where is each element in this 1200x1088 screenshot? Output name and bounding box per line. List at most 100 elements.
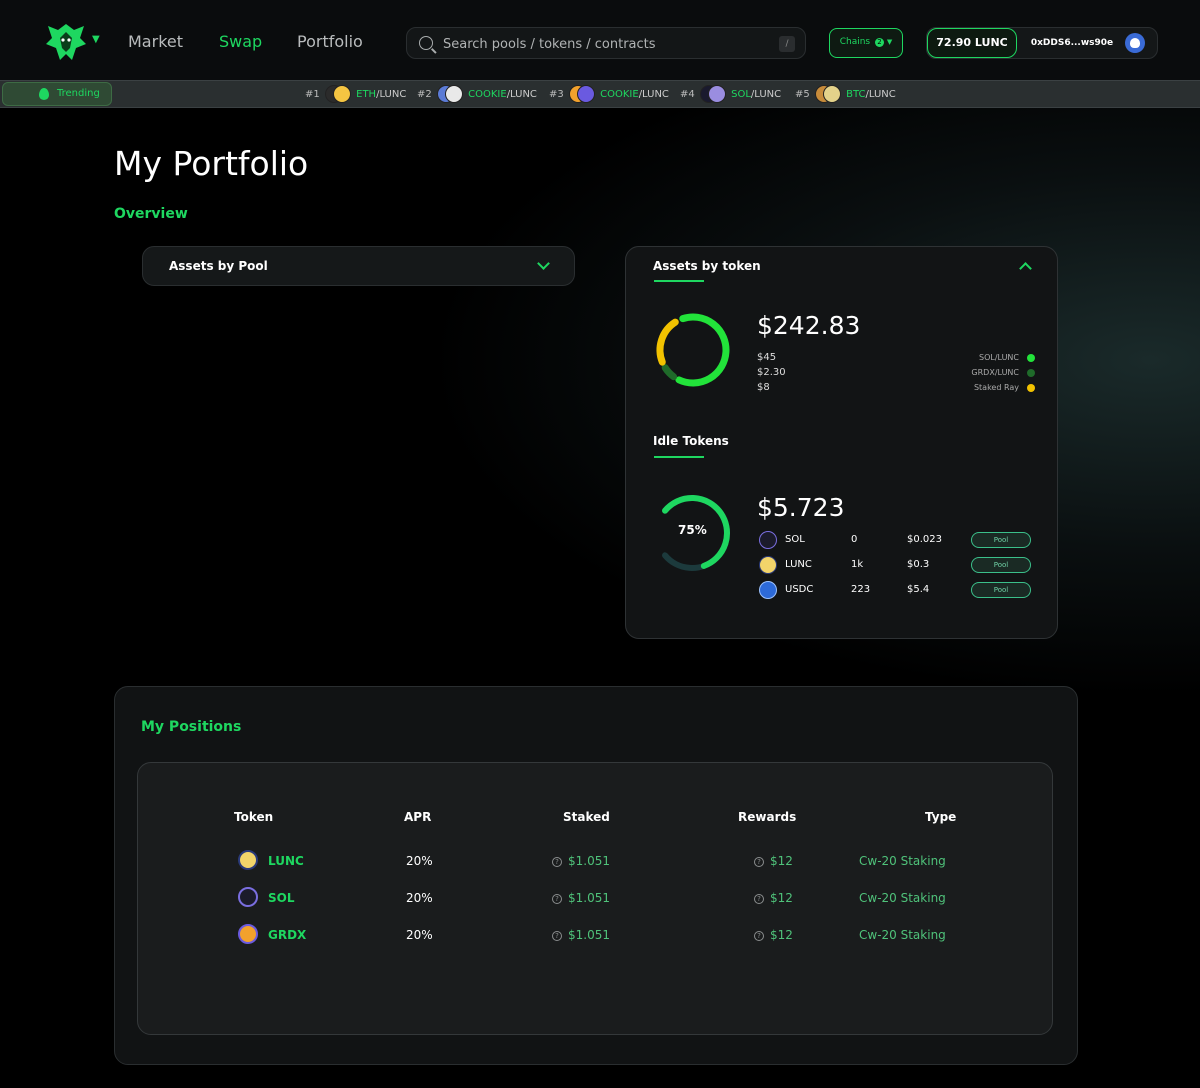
eth-lunc-icon (324, 85, 351, 103)
help-icon[interactable]: ? (754, 930, 764, 941)
column-header-staked: Staked (563, 810, 610, 824)
trending-item[interactable]: #4 SOL/LUNC (680, 85, 781, 105)
chains-count-badge: 2 (875, 38, 884, 47)
table-row[interactable]: GRDX 20% ? $1.051 ? $12 Cw-20 Staking (138, 923, 1054, 947)
wallet-balance[interactable]: 72.90 LUNC (927, 28, 1017, 58)
idle-total: $5.723 (757, 493, 845, 522)
help-icon[interactable]: ? (754, 856, 764, 867)
idle-token-price: $0.023 (907, 534, 942, 545)
trending-item[interactable]: #1 ETH/LUNC (305, 85, 406, 105)
pool-button[interactable]: Pool (971, 582, 1031, 598)
idle-token-qty: 223 (851, 584, 871, 595)
help-icon[interactable]: ? (552, 856, 562, 867)
assets-by-token-label: Assets by token (653, 259, 761, 273)
chevron-down-icon[interactable] (537, 257, 550, 270)
logo-dropdown-caret-icon[interactable]: ▼ (92, 34, 100, 45)
assets-by-pool-dropdown[interactable]: Assets by Pool (142, 246, 575, 286)
trending-item[interactable]: #5 BTC/LUNC (795, 85, 896, 105)
lunc-icon (238, 850, 258, 870)
legend-item: SOL/LUNC (979, 353, 1035, 362)
help-icon[interactable]: ? (552, 930, 562, 941)
tab-underline (654, 456, 704, 458)
column-header-token: Token (234, 810, 274, 824)
trending-rank: #2 (417, 89, 432, 100)
gauge-percent: 75% (678, 523, 707, 537)
sol-lunc-icon (699, 85, 726, 103)
legend-item: Staked Ray (974, 383, 1035, 392)
column-header-rewards: Rewards (738, 810, 797, 824)
position-staked-value: $1.051 (568, 854, 610, 868)
nav-swap[interactable]: Swap (219, 32, 262, 51)
assets-by-token-card: Assets by token $242.83 $45 $2.30 $8 SOL… (625, 246, 1058, 639)
legend-dot (1027, 353, 1035, 362)
asset-value: $8 (757, 382, 770, 393)
idle-token-symbol: LUNC (785, 559, 812, 570)
position-type: Cw-20 Staking (859, 891, 946, 905)
trending-item[interactable]: #2 COOKIE/LUNC (417, 85, 537, 105)
sol-icon (238, 887, 258, 907)
legend-item: GRDX/LUNC (971, 368, 1035, 377)
btc-lunc-icon (814, 85, 841, 103)
help-icon[interactable]: ? (552, 893, 562, 904)
assets-total: $242.83 (757, 311, 861, 340)
idle-token-symbol: SOL (785, 534, 805, 545)
legend-dot (1027, 368, 1035, 377)
help-icon[interactable]: ? (754, 893, 764, 904)
position-rewards: ? $12 (754, 891, 793, 905)
position-staked: ? $1.051 (552, 928, 610, 942)
position-apr: 20% (406, 928, 433, 942)
idle-token-row: LUNC 1k $0.3 Pool (759, 556, 1034, 574)
chains-dropdown-button[interactable]: Chains 2 ▼ (829, 28, 903, 58)
position-staked-value: $1.051 (568, 928, 610, 942)
wallet-widget[interactable]: 72.90 LUNC 0xDDS6...ws90e (926, 27, 1158, 59)
position-type: Cw-20 Staking (859, 854, 946, 868)
my-positions-panel: My Positions Token APR Staked Rewards Ty… (114, 686, 1078, 1065)
asset-value: $2.30 (757, 367, 786, 378)
eagle-logo-icon[interactable] (44, 22, 88, 62)
trending-pair: /LUNC (750, 89, 782, 100)
trending-pair: /LUNC (638, 89, 669, 100)
legend-dot (1027, 383, 1035, 392)
position-token: SOL (268, 891, 295, 905)
usdc-icon (759, 581, 777, 599)
my-positions-title: My Positions (141, 719, 242, 735)
pool-button[interactable]: Pool (971, 557, 1031, 573)
pool-button[interactable]: Pool (971, 532, 1031, 548)
trending-label: Trending (57, 88, 100, 99)
tab-underline (654, 280, 704, 282)
legend-label: SOL/LUNC (978, 353, 1019, 362)
avatar[interactable] (1125, 33, 1145, 53)
idle-token-qty: 0 (851, 534, 858, 545)
trending-symbol: BTC (846, 89, 866, 100)
nav-portfolio[interactable]: Portfolio (297, 32, 363, 51)
position-staked: ? $1.051 (552, 854, 610, 868)
position-token: LUNC (268, 854, 304, 868)
idle-token-price: $0.3 (907, 559, 930, 570)
table-row[interactable]: SOL 20% ? $1.051 ? $12 Cw-20 Staking (138, 886, 1054, 910)
lunc-icon (759, 556, 777, 574)
chevron-up-icon[interactable] (1019, 262, 1032, 275)
wallet-address[interactable]: 0xDDS6...ws90e (1017, 28, 1127, 58)
asset-value: $45 (757, 352, 777, 363)
trending-rank: #5 (795, 89, 810, 100)
position-rewards-value: $12 (770, 854, 793, 868)
legend-label: Staked Ray (973, 383, 1019, 392)
idle-token-price: $5.4 (907, 584, 930, 595)
position-apr: 20% (406, 854, 433, 868)
trending-item[interactable]: #3 COOKIE/LUNC (549, 85, 669, 105)
nav-market[interactable]: Market (128, 32, 183, 51)
column-header-type: Type (925, 810, 957, 824)
position-rewards: ? $12 (754, 928, 793, 942)
idle-token-row: USDC 223 $5.4 Pool (759, 581, 1034, 599)
assets-donut-chart (656, 313, 730, 387)
position-type: Cw-20 Staking (859, 928, 946, 942)
search-input[interactable] (443, 34, 773, 54)
search-bar[interactable]: / (406, 27, 806, 59)
table-row[interactable]: LUNC 20% ? $1.051 ? $12 Cw-20 Staking (138, 849, 1054, 873)
shortcut-key-badge: / (779, 36, 795, 52)
idle-token-symbol: USDC (785, 584, 814, 595)
position-rewards-value: $12 (770, 891, 793, 905)
trending-tag[interactable]: Trending (2, 82, 112, 106)
legend-label: GRDX/LUNC (971, 368, 1019, 377)
trending-bar: Trending #1 ETH/LUNC #2 COOKIE/LUNC #3 C… (0, 80, 1200, 108)
